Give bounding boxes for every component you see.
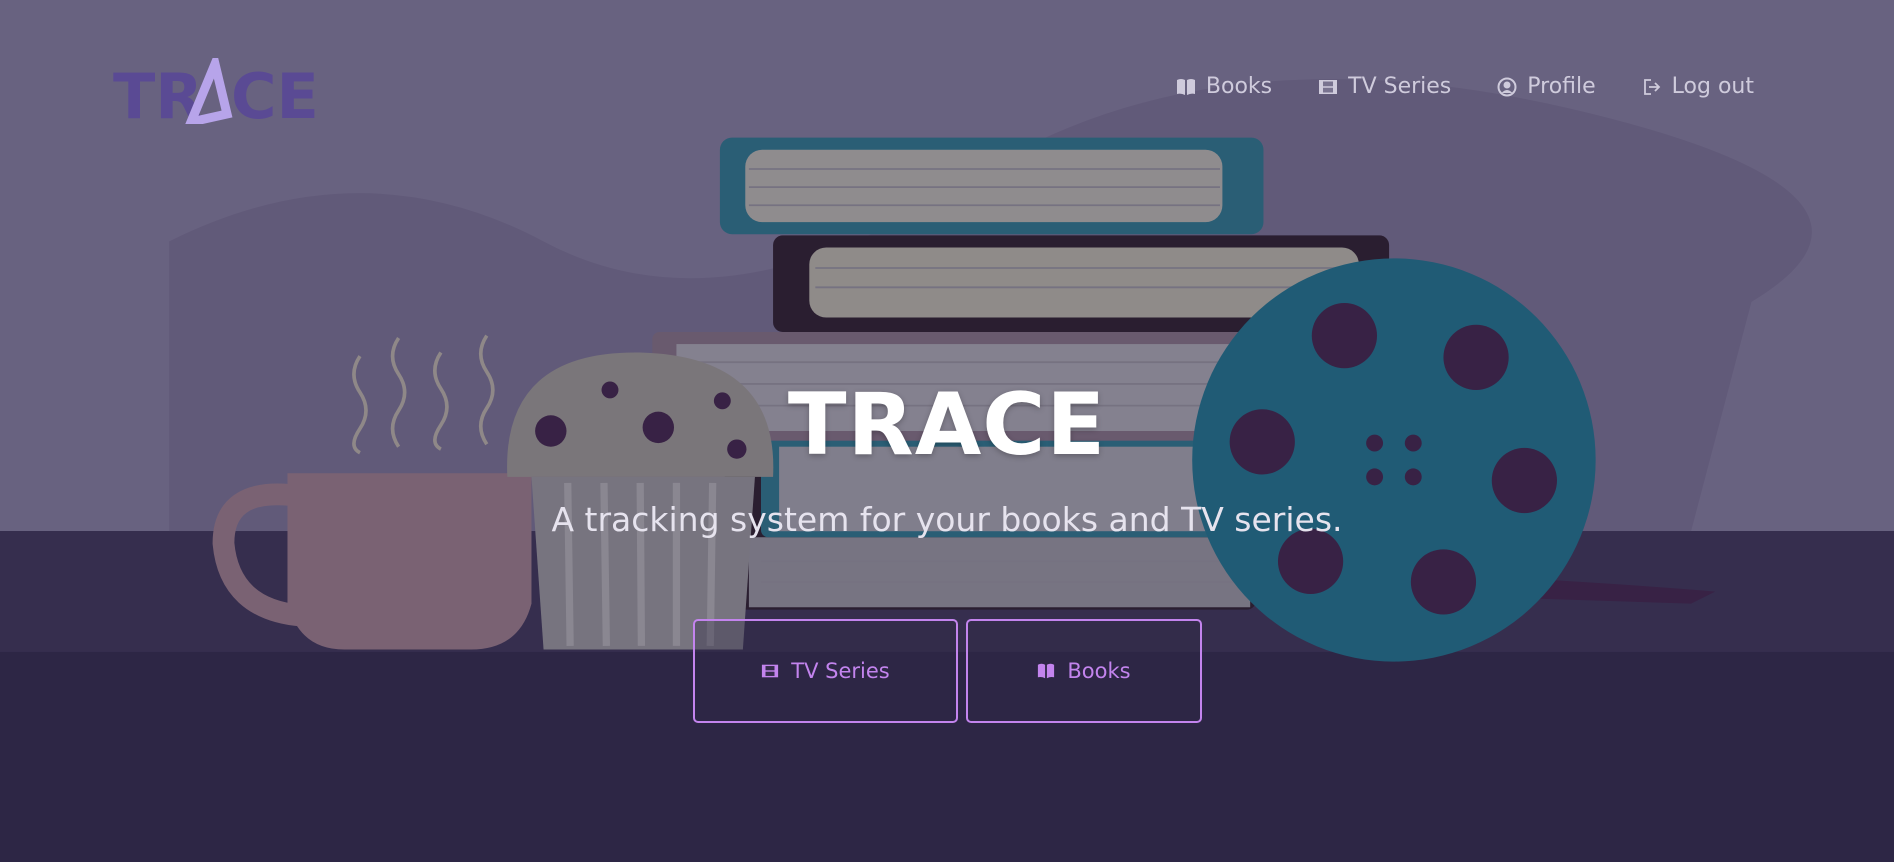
book-open-icon [1176, 78, 1195, 95]
film-icon [1319, 79, 1338, 94]
top-nav: Books TV Series Profile Log out [1176, 74, 1754, 99]
trace-logo[interactable]: TR CE [113, 58, 333, 124]
svg-text:CE: CE [231, 60, 319, 124]
books-button-label: Books [1067, 659, 1131, 683]
user-circle-icon [1497, 77, 1517, 96]
nav-logout[interactable]: Log out [1642, 74, 1754, 99]
nav-tv-series-label: TV Series [1348, 74, 1452, 99]
tv-series-button[interactable]: TV Series [693, 619, 958, 723]
nav-profile[interactable]: Profile [1497, 74, 1596, 99]
nav-books-label: Books [1205, 74, 1273, 99]
tv-series-button-label: TV Series [791, 659, 890, 683]
nav-books[interactable]: Books [1176, 74, 1272, 99]
nav-logout-label: Log out [1671, 74, 1754, 99]
sign-out-icon [1643, 78, 1660, 95]
hero-title: TRACE [787, 375, 1107, 475]
books-button[interactable]: Books [966, 619, 1202, 723]
hero-subtitle: A tracking system for your books and TV … [551, 500, 1343, 539]
nav-profile-label: Profile [1527, 74, 1596, 99]
nav-tv-series[interactable]: TV Series [1318, 74, 1451, 99]
film-icon [762, 664, 779, 678]
book-open-icon [1038, 663, 1055, 679]
